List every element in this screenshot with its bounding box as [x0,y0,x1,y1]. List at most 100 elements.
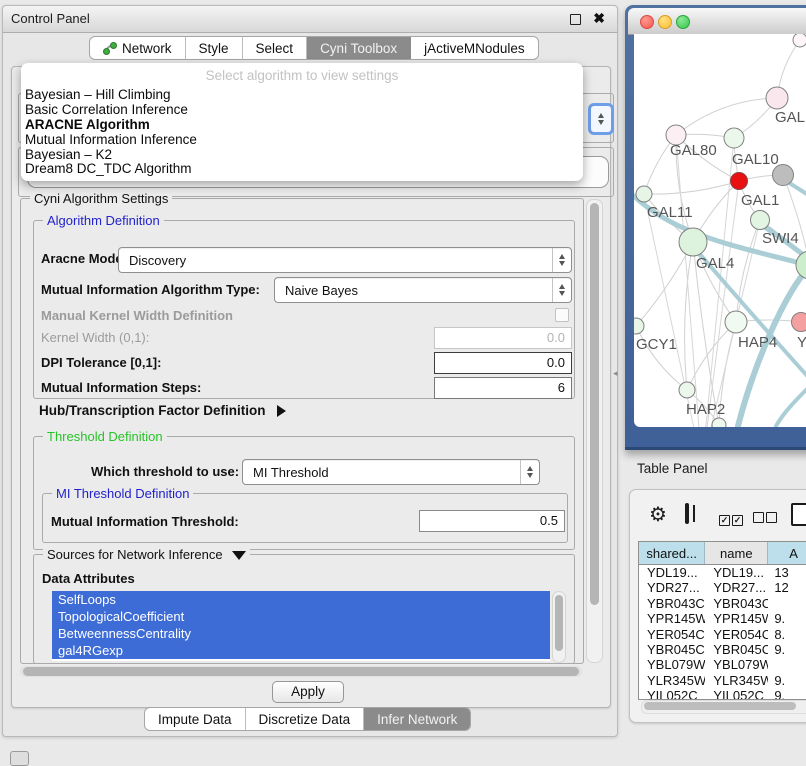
apply-button[interactable]: Apply [272,681,344,703]
tab-label: Infer Network [377,712,457,727]
float-window-icon[interactable] [570,14,581,25]
close-traffic-light[interactable] [640,15,654,29]
kernel-width-field[interactable]: 0.0 [434,327,572,349]
network-node-hap2[interactable] [679,382,695,398]
tab-select[interactable]: Select [243,37,308,59]
table-cell: YER054C [705,627,768,642]
network-node-gcy1[interactable] [634,318,644,334]
table-row[interactable]: YDR27...YDR27...12 [639,580,806,595]
attribute-item-topologicalcoefficient[interactable]: TopologicalCoefficient [52,608,550,625]
tab-network[interactable]: Network [90,37,186,59]
table-row[interactable]: YBL079WYBL079W [639,657,806,672]
panel-collapse-arrow-icon[interactable]: ◂ [613,368,618,379]
table-cell: YDL19... [639,565,705,580]
settings-horizontal-scrollbar[interactable] [20,666,582,677]
mi-steps-field[interactable]: 6 [434,377,572,399]
table-row[interactable]: YLR345WYLR345W9. [639,673,806,688]
close-icon[interactable]: ✖ [593,10,605,27]
attribute-item-gal4rgexp[interactable]: gal4RGexp [52,642,550,659]
tab-style[interactable]: Style [186,37,243,59]
which-threshold-combo[interactable]: MI Threshold [242,459,540,485]
network-window-titlebar[interactable] [628,8,806,35]
table-cell: YPR145W [705,611,768,626]
table-body: YDL19...YDL19...13YDR27...YDR27...12YBR0… [639,565,806,700]
corner-widget-icon[interactable] [10,751,29,766]
network-node-swi4[interactable] [751,211,770,230]
aracne-mode-combo[interactable]: Discovery [118,247,572,273]
table-cell: 9. [768,642,806,657]
network-node-gal1[interactable] [731,173,748,190]
network-node-label: GCY1 [636,336,677,353]
aracne-mode-label: Aracne Mode: [41,251,127,266]
table-row[interactable]: YBR045CYBR045C9. [639,642,806,657]
manual-kernel-checkbox[interactable] [555,308,569,322]
cyni-algorithm-settings-group: Cyni Algorithm Settings Algorithm Defini… [20,198,584,664]
network-node-label: GAL [775,109,805,126]
attribute-item-selfloops[interactable]: SelfLoops [52,591,550,608]
deselect-all-checkboxes-icon[interactable] [753,510,777,528]
mi-threshold-field[interactable]: 0.5 [419,510,565,532]
table-cell: YDR27... [705,580,768,595]
hub-definition-toggle[interactable]: Hub/Transcription Factor Definition [39,403,286,418]
tab-discretize-data[interactable]: Discretize Data [246,708,365,730]
column-header-shared[interactable]: shared... [639,542,705,564]
table-row[interactable]: YIL052CYIL052C9. [639,688,806,700]
split-columns-icon[interactable] [685,503,689,524]
dropdown-item-bayesian-k2[interactable]: Bayesian – K2 [21,148,583,163]
network-node[interactable] [712,418,726,427]
gear-icon[interactable]: ⚙ [649,505,667,525]
tab-cyni-toolbox[interactable]: Cyni Toolbox [307,37,411,59]
algorithm-dropdown-popup: Select algorithm to view settings Bayesi… [21,63,583,181]
table-cell: YBR043C [639,596,705,611]
tab-label: Network [122,41,172,56]
data-attributes-list[interactable]: SelfLoopsTopologicalCoefficientBetweenne… [52,591,550,661]
network-node-label: SWI4 [762,230,799,247]
tab-jactivemnodules[interactable]: jActiveMNodules [411,37,538,59]
network-node-label: GAL10 [732,151,779,168]
network-icon [103,42,116,54]
network-canvas[interactable]: GALGAL80GAL10GAL1GAL11SWI4GAL4GCY1HAP4YH… [634,34,806,427]
sources-group: Sources for Network Inference Data Attri… [33,554,575,664]
settings-vertical-scrollbar[interactable] [586,199,603,663]
algorithm-combo-focus[interactable] [588,103,614,135]
mi-threshold-label: Mutual Information Threshold: [51,514,239,529]
table-panel: ⚙ ✓✓ shared...nameA YDL19...YDL19...13YD… [629,489,806,723]
data-attributes-label: Data Attributes [42,571,135,586]
network-node-gal4[interactable] [679,228,707,256]
dropdown-item-basic-correlation-inference[interactable]: Basic Correlation Inference [21,103,583,118]
attributes-list-scrollbar[interactable] [552,591,566,663]
kernel-width-label: Kernel Width (0,1): [41,330,149,345]
document-icon[interactable] [791,503,806,526]
network-node-y[interactable] [792,313,806,332]
table-cell: YIL052C [705,688,768,700]
tab-impute-data[interactable]: Impute Data [145,708,246,730]
control-panel-titlebar[interactable]: Control Panel ✖ [3,6,617,33]
zoom-traffic-light[interactable] [676,15,690,29]
table-row[interactable]: YBR043CYBR043C [639,596,806,611]
network-node-gal[interactable] [766,87,788,109]
mi-type-combo[interactable]: Naive Bayes [274,277,572,303]
select-all-checkboxes-icon[interactable]: ✓✓ [719,510,743,528]
dropdown-item-bayesian-hill-climbing[interactable]: Bayesian – Hill Climbing [21,88,583,103]
network-node-gal11[interactable] [636,186,652,202]
dropdown-item-mutual-information-inference[interactable]: Mutual Information Inference [21,133,583,148]
attribute-item-betweennesscentrality[interactable]: BetweennessCentrality [52,625,550,642]
minimize-traffic-light[interactable] [658,15,672,29]
network-node-hap4[interactable] [725,311,747,333]
table-row[interactable]: YPR145WYPR145W9. [639,611,806,626]
dpi-tolerance-field[interactable]: 0.0 [434,352,572,374]
table-horizontal-scrollbar[interactable] [641,700,806,714]
network-node[interactable] [796,251,806,279]
column-header-a[interactable]: A [768,542,806,564]
sources-title[interactable]: Sources for Network Inference [43,547,250,562]
network-node[interactable] [793,34,806,47]
column-header-name[interactable]: name [705,542,768,564]
dropdown-item-dream8-dc-tdc-algorithm[interactable]: Dream8 DC_TDC Algorithm [21,162,583,177]
table-row[interactable]: YER054CYER054C8. [639,627,806,642]
node-table: shared...nameA YDL19...YDL19...13YDR27..… [638,541,806,700]
network-node-gal10[interactable] [724,128,744,148]
tab-infer-network[interactable]: Infer Network [364,708,470,730]
table-row[interactable]: YDL19...YDL19...13 [639,565,806,580]
dropdown-item-aracne-algorithm[interactable]: ARACNE Algorithm [21,118,583,133]
mi-steps-label: Mutual Information Steps: [41,380,201,395]
